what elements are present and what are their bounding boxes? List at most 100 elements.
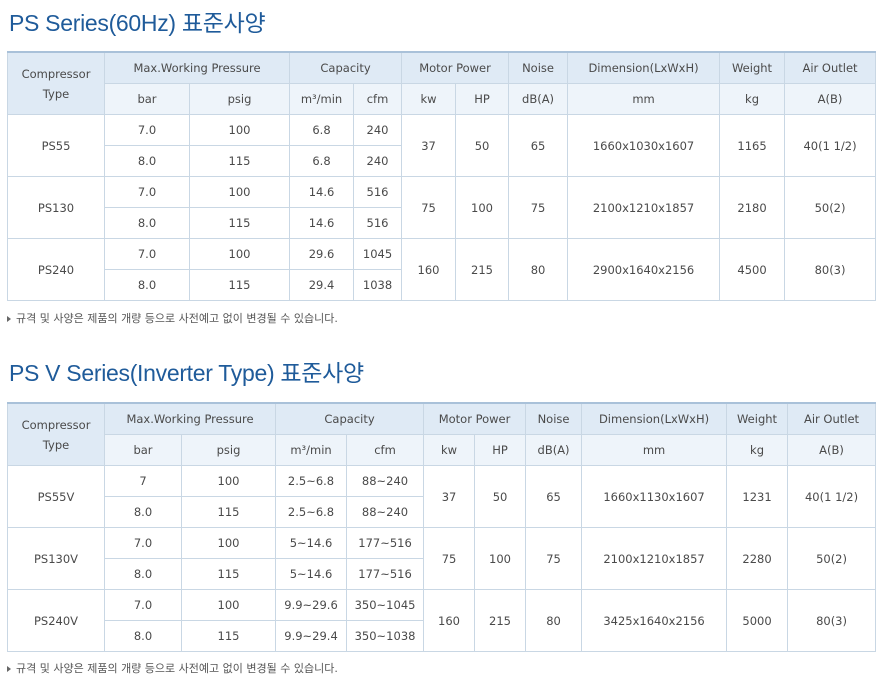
- motor-hp-cell: 215: [455, 238, 510, 301]
- header-weight: Weight: [726, 402, 789, 435]
- capacity-m3min-cell: 14.6: [289, 176, 355, 208]
- model-name-cell: PS130: [7, 176, 105, 239]
- unit-hp: HP: [474, 434, 527, 466]
- air-outlet-cell: 40(1 1/2): [784, 114, 877, 177]
- capacity-cfm-cell: 516: [353, 176, 403, 208]
- unit-bar: bar: [104, 83, 190, 115]
- disclaimer-text: 규격 및 사양은 제품의 개량 등으로 사전예고 없이 변경될 수 있습니다.: [16, 662, 338, 675]
- dimension-cell: 3425x1640x2156: [581, 589, 728, 652]
- bar-cell: 7.0: [104, 589, 182, 621]
- unit-m3min: m³/min: [275, 434, 348, 466]
- psig-cell: 100: [188, 238, 291, 270]
- psig-cell: 115: [188, 269, 291, 301]
- weight-cell: 2180: [719, 176, 786, 239]
- unit-row: bar psig m³/min cfm kw HP dB(A) mm kg A(B): [8, 83, 877, 115]
- unit-mm: mm: [567, 83, 721, 115]
- unit-kw: kw: [401, 83, 457, 115]
- capacity-m3min-cell: 29.4: [289, 269, 355, 301]
- bar-cell: 8.0: [104, 496, 182, 528]
- capacity-cfm-cell: 350~1038: [346, 620, 425, 652]
- header-dimension: Dimension(LxWxH): [581, 402, 728, 435]
- motor-kw-cell: 160: [401, 238, 457, 301]
- table-row: PS130V 7.0 100 5~14.6 177~516 75 100 75 2100x121…: [7, 527, 877, 590]
- header-noise: Noise: [508, 51, 569, 84]
- air-outlet-cell: 80(3): [787, 589, 877, 652]
- unit-ab: A(B): [787, 434, 877, 466]
- motor-hp-cell: 50: [474, 465, 527, 528]
- capacity-cfm-cell: 177~516: [346, 558, 425, 590]
- arrow-bullet-icon: [7, 666, 11, 672]
- psig-cell: 115: [188, 145, 291, 177]
- motor-kw-cell: 75: [423, 527, 476, 590]
- unit-kg: kg: [719, 83, 786, 115]
- weight-cell: 5000: [726, 589, 789, 652]
- bar-cell: 7.0: [104, 114, 190, 146]
- psig-cell: 100: [180, 589, 277, 621]
- psig-cell: 100: [188, 114, 291, 146]
- table-row: PS240V 7.0 100 9.9~29.6 350~1045 160 215 80 3425…: [7, 589, 877, 652]
- dimension-cell: 2100x1210x1857: [581, 527, 728, 590]
- motor-kw-cell: 37: [423, 465, 476, 528]
- capacity-cfm-cell: 240: [353, 114, 403, 146]
- bar-cell: 8.0: [104, 269, 190, 301]
- bar-cell: 7.0: [104, 176, 190, 208]
- unit-cfm: cfm: [353, 83, 403, 115]
- section-title-ps-v-series: PS V Series(Inverter Type) 표준사양: [9, 360, 364, 386]
- unit-row: bar psig m³/min cfm kw HP dB(A) mm kg A(B): [8, 434, 877, 466]
- unit-ab: A(B): [784, 83, 877, 115]
- capacity-cfm-cell: 350~1045: [346, 589, 425, 621]
- motor-kw-cell: 160: [423, 589, 476, 652]
- header-row: Compressor Type Max.Working Pressure Capac…: [7, 402, 877, 466]
- header-capacity: Capacity: [289, 51, 403, 84]
- psig-cell: 115: [180, 496, 277, 528]
- motor-hp-cell: 215: [474, 589, 527, 652]
- disclaimer-note: 규격 및 사양은 제품의 개량 등으로 사전예고 없이 변경될 수 있습니다.: [7, 310, 338, 326]
- noise-cell: 75: [508, 176, 569, 239]
- header-dimension: Dimension(LxWxH): [567, 51, 721, 84]
- capacity-m3min-cell: 29.6: [289, 238, 355, 270]
- bar-cell: 7: [104, 465, 182, 497]
- capacity-cfm-cell: 1045: [353, 238, 403, 270]
- noise-cell: 80: [508, 238, 569, 301]
- header-motor-power: Motor Power: [423, 402, 527, 435]
- header-air-outlet: Air Outlet: [787, 402, 877, 435]
- header-compressor-type: Compressor Type: [7, 402, 105, 466]
- psig-cell: 100: [180, 527, 277, 559]
- capacity-cfm-cell: 177~516: [346, 527, 425, 559]
- capacity-m3min-cell: 9.9~29.6: [275, 589, 348, 621]
- header-air-outlet: Air Outlet: [784, 51, 877, 84]
- bar-cell: 7.0: [104, 527, 182, 559]
- model-name-cell: PS240: [7, 238, 105, 301]
- dimension-cell: 2100x1210x1857: [567, 176, 721, 239]
- unit-bar: bar: [104, 434, 182, 466]
- capacity-m3min-cell: 6.8: [289, 145, 355, 177]
- capacity-m3min-cell: 2.5~6.8: [275, 465, 348, 497]
- unit-psig: psig: [188, 83, 291, 115]
- psig-cell: 100: [188, 176, 291, 208]
- motor-hp-cell: 100: [474, 527, 527, 590]
- capacity-m3min-cell: 5~14.6: [275, 558, 348, 590]
- noise-cell: 65: [508, 114, 569, 177]
- air-outlet-cell: 50(2): [787, 527, 877, 590]
- header-compressor-type: Compressor Type: [7, 51, 105, 115]
- capacity-m3min-cell: 6.8: [289, 114, 355, 146]
- psig-cell: 100: [180, 465, 277, 497]
- weight-cell: 1165: [719, 114, 786, 177]
- weight-cell: 1231: [726, 465, 789, 528]
- noise-cell: 75: [525, 527, 583, 590]
- table-row: PS240 7.0 100 29.6 1045 160 215 80 2900x1640x215…: [7, 238, 877, 301]
- spec-table-ps-series: Compressor Type Max.Working Pressure Capac…: [7, 51, 877, 301]
- noise-cell: 80: [525, 589, 583, 652]
- model-name-cell: PS55: [7, 114, 105, 177]
- capacity-cfm-cell: 1038: [353, 269, 403, 301]
- capacity-cfm-cell: 240: [353, 145, 403, 177]
- table-row: PS55V 7 100 2.5~6.8 88~240 37 50 65 1660x1130x16…: [7, 465, 877, 528]
- header-row: Compressor Type Max.Working Pressure Capac…: [7, 51, 877, 115]
- table-row: PS130 7.0 100 14.6 516 75 100 75 2100x1210x1857 2…: [7, 176, 877, 239]
- motor-hp-cell: 50: [455, 114, 510, 177]
- bar-cell: 8.0: [104, 620, 182, 652]
- unit-cfm: cfm: [346, 434, 425, 466]
- unit-kg: kg: [726, 434, 789, 466]
- header-max-working-pressure: Max.Working Pressure: [103, 51, 291, 84]
- dimension-cell: 1660x1130x1607: [581, 465, 728, 528]
